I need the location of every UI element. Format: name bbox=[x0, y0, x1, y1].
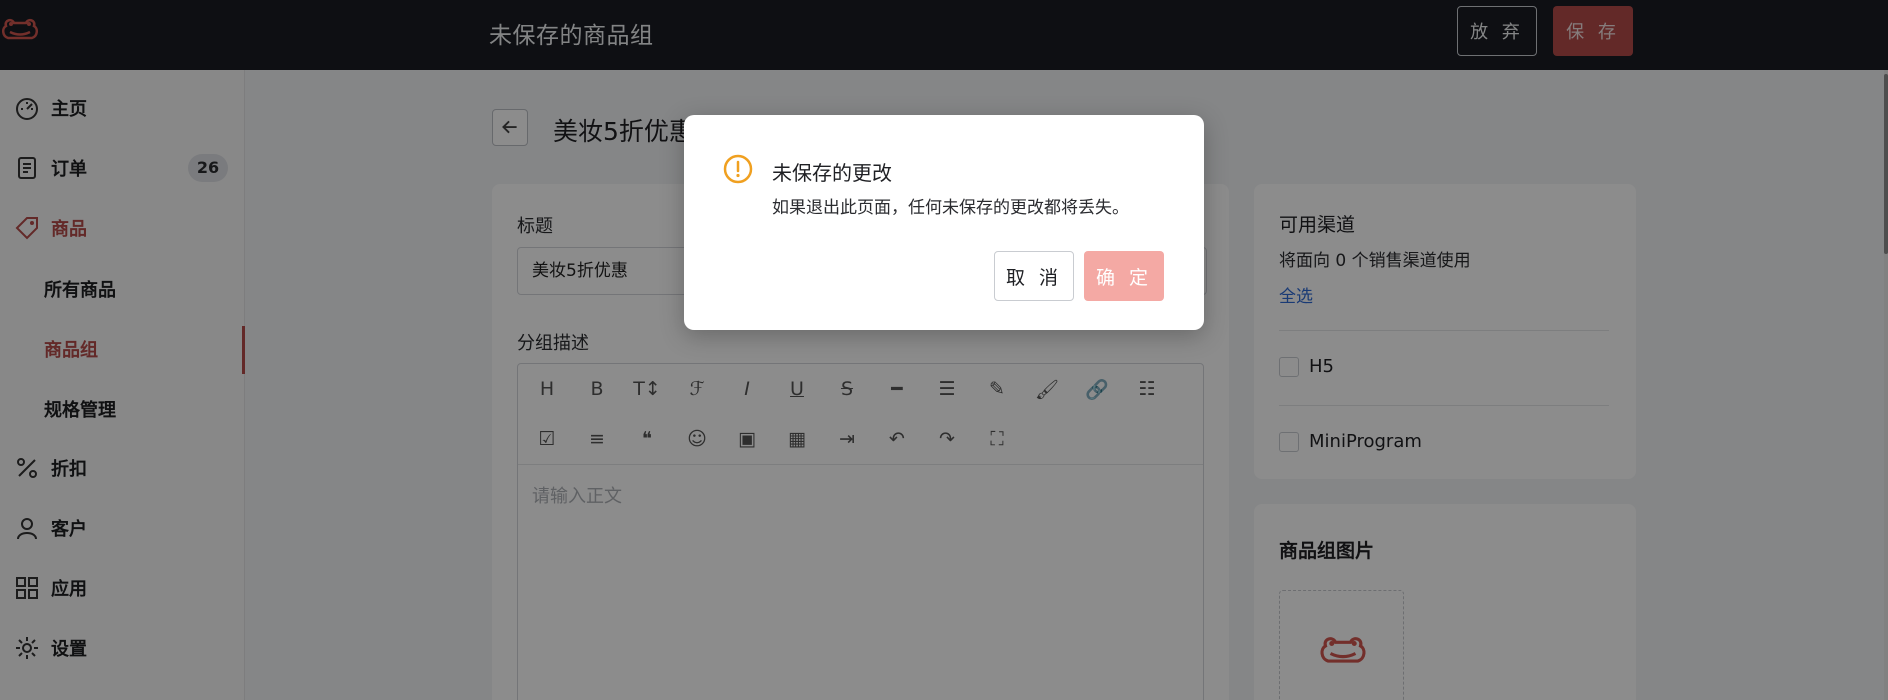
warning-icon bbox=[723, 154, 753, 184]
dialog-title: 未保存的更改 bbox=[772, 161, 892, 185]
unsaved-changes-dialog: 未保存的更改 如果退出此页面，任何未保存的更改都将丢失。 取 消 确 定 bbox=[684, 115, 1204, 330]
confirm-button[interactable]: 确 定 bbox=[1084, 251, 1164, 301]
dialog-message: 如果退出此页面，任何未保存的更改都将丢失。 bbox=[772, 198, 1129, 218]
cancel-button[interactable]: 取 消 bbox=[994, 251, 1074, 301]
modal-overlay bbox=[0, 0, 1888, 700]
